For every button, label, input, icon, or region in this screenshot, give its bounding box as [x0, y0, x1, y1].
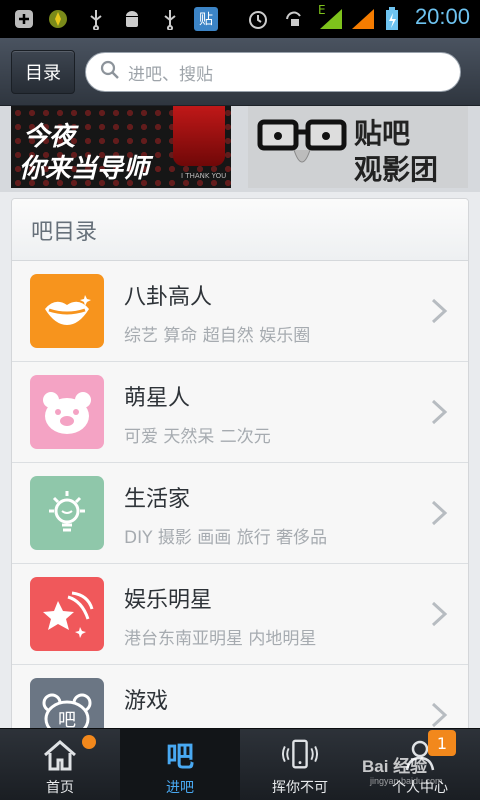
microphone-stand-image	[173, 106, 225, 166]
banner-movie-club-line2: 观影团	[354, 153, 439, 186]
search-input[interactable]: 进吧、搜贴	[85, 52, 461, 92]
shooting-star-icon	[30, 577, 104, 651]
top-bar: 目录 进吧、搜贴	[0, 38, 480, 106]
directory-item-name: 生活家	[124, 487, 191, 512]
banner-carousel[interactable]: 今夜 你来当导师 I THANK YOU 贴吧 观影团	[0, 106, 480, 192]
directory-item-tags: 综艺 算命 超自然 娱乐圈	[124, 326, 311, 346]
chevron-right-icon	[431, 399, 448, 425]
chevron-right-icon	[431, 298, 448, 324]
status-bar: 贴 E 20:00	[0, 0, 480, 38]
clock: 20:00	[414, 4, 470, 29]
ba-icon: 吧	[165, 740, 194, 773]
usb-icon	[84, 7, 108, 31]
nav-label: 挥你不可	[272, 780, 328, 796]
nav-label: 进吧	[166, 780, 194, 796]
directory-item-gossip[interactable]: 八卦高人 综艺 算命 超自然 娱乐圈	[12, 261, 468, 362]
directory-item-tags: 港台东南亚明星 内地明星	[124, 629, 317, 649]
directory-item-name: 八卦高人	[124, 285, 213, 310]
glasses-face-image	[257, 119, 347, 163]
search-placeholder: 进吧、搜贴	[128, 64, 213, 85]
chevron-right-icon	[431, 601, 448, 627]
app-icon	[46, 7, 70, 31]
usb-icon	[158, 7, 182, 31]
directory-item-life[interactable]: 生活家 DIY 摄影 画画 旅行 奢侈品	[12, 463, 468, 564]
watermark-sub: jingyan.baidu.com	[370, 776, 443, 786]
nav-enter-ba[interactable]: 吧 进吧	[120, 729, 240, 800]
signal-e-icon: E	[316, 3, 346, 31]
nav-shake[interactable]: 挥你不可	[240, 729, 360, 800]
banner-movie-club-line1: 贴吧	[354, 117, 411, 150]
chevron-right-icon	[431, 500, 448, 526]
tieba-icon: 贴	[194, 7, 218, 31]
directory-title: 吧目录	[12, 199, 468, 261]
lightbulb-icon	[30, 476, 104, 550]
notification-dot	[82, 735, 96, 749]
add-icon	[12, 7, 36, 31]
banner-mentor-line2: 你来当导师	[19, 154, 150, 184]
banner-movie-club[interactable]: 贴吧 观影团	[248, 106, 468, 188]
search-icon	[100, 60, 120, 84]
rotation-lock-icon	[282, 7, 306, 31]
lips-icon	[30, 274, 104, 348]
directory-item-name: 娱乐明星	[124, 588, 213, 613]
profile-badge: 1	[428, 730, 456, 756]
chevron-right-icon	[431, 702, 448, 728]
android-icon	[120, 7, 144, 31]
signal-icon	[350, 7, 378, 31]
bear-face-icon	[30, 375, 104, 449]
battery-charging-icon	[380, 7, 404, 31]
directory-item-name: 萌星人	[124, 386, 191, 411]
directory-button[interactable]: 目录	[11, 50, 75, 94]
directory-item-name: 游戏	[124, 689, 169, 714]
shake-phone-icon	[282, 737, 318, 773]
directory-item-stars[interactable]: 娱乐明星 港台东南亚明星 内地明星	[12, 564, 468, 665]
watermark: Bai 经验	[362, 757, 428, 776]
nav-home[interactable]: 首页	[0, 729, 120, 800]
nav-label: 首页	[46, 780, 74, 796]
alarm-icon	[246, 7, 270, 31]
directory-card: 吧目录 八卦高人 综艺 算命 超自然 娱乐圈 萌星人 可爱 天然呆 二次元 生活…	[11, 198, 469, 738]
banner-mentor-small: I THANK YOU	[181, 172, 227, 180]
directory-item-tags: 可爱 天然呆 二次元	[124, 427, 271, 447]
directory-item-cute[interactable]: 萌星人 可爱 天然呆 二次元	[12, 362, 468, 463]
home-icon	[42, 737, 78, 773]
directory-item-tags: DIY 摄影 画画 旅行 奢侈品	[124, 528, 328, 548]
banner-mentor[interactable]: 今夜 你来当导师 I THANK YOU	[11, 106, 231, 188]
